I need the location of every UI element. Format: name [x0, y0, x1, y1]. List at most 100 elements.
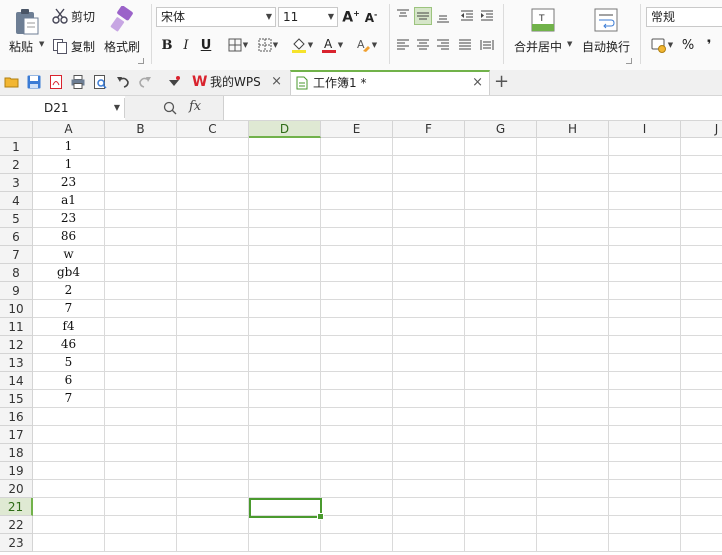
cell-i8[interactable]: [609, 264, 681, 282]
cell-g9[interactable]: [465, 282, 537, 300]
cell-i2[interactable]: [609, 156, 681, 174]
tab-workbook[interactable]: 工作簿1 * ×: [290, 70, 490, 95]
column-header-d[interactable]: D: [249, 121, 321, 138]
cell-b20[interactable]: [105, 480, 177, 498]
cell-b17[interactable]: [105, 426, 177, 444]
cell-g22[interactable]: [465, 516, 537, 534]
cell-j12[interactable]: [681, 336, 722, 354]
cell-e16[interactable]: [321, 408, 393, 426]
cell-c1[interactable]: [177, 138, 249, 156]
cell-h6[interactable]: [537, 228, 609, 246]
cell-f14[interactable]: [393, 372, 465, 390]
cell-a1[interactable]: 1: [33, 138, 105, 156]
row-header[interactable]: 17: [0, 426, 33, 444]
percent-button[interactable]: %: [679, 36, 697, 54]
cell-f7[interactable]: [393, 246, 465, 264]
row-header[interactable]: 10: [0, 300, 33, 318]
decrease-indent-button[interactable]: [458, 7, 476, 25]
cell-e22[interactable]: [321, 516, 393, 534]
cell-g13[interactable]: [465, 354, 537, 372]
cell-f2[interactable]: [393, 156, 465, 174]
font-name-select[interactable]: 宋体 ▼: [156, 7, 276, 27]
cell-b10[interactable]: [105, 300, 177, 318]
cell-i4[interactable]: [609, 192, 681, 210]
cell-c11[interactable]: [177, 318, 249, 336]
cell-f12[interactable]: [393, 336, 465, 354]
row-header[interactable]: 7: [0, 246, 33, 264]
cell-f9[interactable]: [393, 282, 465, 300]
undo-icon[interactable]: [115, 74, 131, 90]
fill-handle[interactable]: [317, 513, 324, 520]
cell-c18[interactable]: [177, 444, 249, 462]
cell-a23[interactable]: [33, 534, 105, 552]
cell-h22[interactable]: [537, 516, 609, 534]
increase-indent-button[interactable]: [478, 7, 496, 25]
align-left-button[interactable]: [394, 36, 412, 54]
cell-d9[interactable]: [249, 282, 321, 300]
cell-g1[interactable]: [465, 138, 537, 156]
cell-h12[interactable]: [537, 336, 609, 354]
cell-b16[interactable]: [105, 408, 177, 426]
italic-button[interactable]: I: [177, 36, 195, 54]
cut-button[interactable]: 剪切: [52, 6, 100, 26]
row-header[interactable]: 22: [0, 516, 33, 534]
cell-g19[interactable]: [465, 462, 537, 480]
cell-i6[interactable]: [609, 228, 681, 246]
row-header[interactable]: 12: [0, 336, 33, 354]
cell-d7[interactable]: [249, 246, 321, 264]
cell-f20[interactable]: [393, 480, 465, 498]
cell-f3[interactable]: [393, 174, 465, 192]
cell-e9[interactable]: [321, 282, 393, 300]
cell-i7[interactable]: [609, 246, 681, 264]
cell-c4[interactable]: [177, 192, 249, 210]
row-header[interactable]: 20: [0, 480, 33, 498]
cell-j5[interactable]: [681, 210, 722, 228]
cell-e13[interactable]: [321, 354, 393, 372]
close-icon[interactable]: ×: [271, 70, 282, 94]
cell-d6[interactable]: [249, 228, 321, 246]
wrap-text-button[interactable]: 自动换行: [580, 4, 634, 62]
cell-c3[interactable]: [177, 174, 249, 192]
chevron-down-icon[interactable]: ▼: [114, 98, 120, 118]
cell-e21[interactable]: [321, 498, 393, 516]
customize-toolbar-icon[interactable]: [166, 74, 182, 90]
decrease-font-button[interactable]: A-: [362, 8, 380, 26]
cell-g10[interactable]: [465, 300, 537, 318]
cell-i13[interactable]: [609, 354, 681, 372]
increase-font-button[interactable]: A+: [342, 8, 360, 26]
cell-b15[interactable]: [105, 390, 177, 408]
cell-h8[interactable]: [537, 264, 609, 282]
cell-a14[interactable]: 6: [33, 372, 105, 390]
column-header-e[interactable]: E: [321, 121, 393, 138]
cell-j14[interactable]: [681, 372, 722, 390]
align-middle-button[interactable]: [414, 7, 432, 25]
cell-f13[interactable]: [393, 354, 465, 372]
cell-f6[interactable]: [393, 228, 465, 246]
row-header[interactable]: 13: [0, 354, 33, 372]
cell-f16[interactable]: [393, 408, 465, 426]
cell-i3[interactable]: [609, 174, 681, 192]
cell-h4[interactable]: [537, 192, 609, 210]
cell-g16[interactable]: [465, 408, 537, 426]
cell-d4[interactable]: [249, 192, 321, 210]
row-header[interactable]: 9: [0, 282, 33, 300]
cell-a7[interactable]: w: [33, 246, 105, 264]
cell-f10[interactable]: [393, 300, 465, 318]
cell-j6[interactable]: [681, 228, 722, 246]
cell-h17[interactable]: [537, 426, 609, 444]
formula-input[interactable]: [224, 98, 720, 118]
cell-g21[interactable]: [465, 498, 537, 516]
cell-d3[interactable]: [249, 174, 321, 192]
cell-i15[interactable]: [609, 390, 681, 408]
cell-d14[interactable]: [249, 372, 321, 390]
row-header[interactable]: 18: [0, 444, 33, 462]
cell-c7[interactable]: [177, 246, 249, 264]
row-header[interactable]: 8: [0, 264, 33, 282]
align-center-button[interactable]: [414, 36, 432, 54]
cell-c5[interactable]: [177, 210, 249, 228]
cell-g2[interactable]: [465, 156, 537, 174]
cell-b12[interactable]: [105, 336, 177, 354]
cell-b2[interactable]: [105, 156, 177, 174]
font-size-select[interactable]: 11 ▼: [278, 7, 338, 27]
cell-j15[interactable]: [681, 390, 722, 408]
